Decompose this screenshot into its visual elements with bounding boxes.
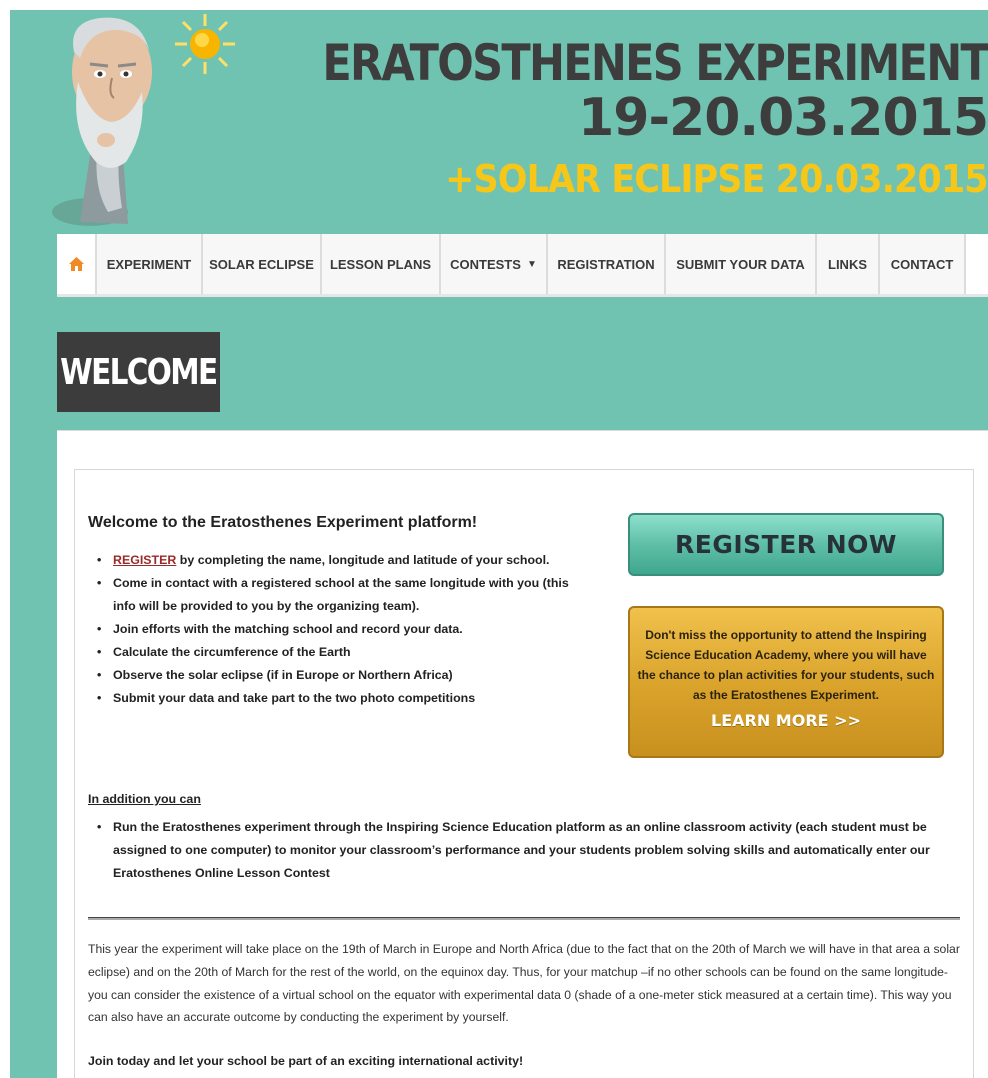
register-now-button[interactable]: REGISTER NOW	[628, 513, 944, 576]
list-item: Calculate the circumference of the Earth	[97, 641, 583, 664]
nav-item-label: EXPERIMENT	[106, 256, 192, 272]
page-title-box: WELCOME	[57, 332, 220, 412]
promo-text: Don't miss the opportunity to attend the…	[637, 628, 935, 702]
join-call-to-action: Join today and let your school be part o…	[88, 1054, 524, 1068]
nav-item-label: LESSON PLANS	[329, 256, 432, 272]
home-icon	[68, 257, 84, 271]
list-item: Come in contact with a registered school…	[97, 572, 583, 618]
page-title: WELCOME	[60, 351, 218, 393]
nav-item-label: CONTESTS	[450, 256, 521, 272]
intro-heading: Welcome to the Eratosthenes Experiment p…	[88, 514, 478, 531]
register-link[interactable]: REGISTER	[113, 553, 176, 567]
page-title-band: WELCOME	[57, 300, 988, 430]
sun-icon	[175, 14, 235, 74]
nav-item-contests[interactable]: CONTESTS ▼	[441, 234, 548, 294]
list-item: Submit your data and take part to the tw…	[97, 687, 583, 710]
page-frame: ERATOSTHENES EXPERIMENT 19-20.03.2015 +S…	[10, 10, 988, 1078]
list-item: REGISTER by completing the name, longitu…	[97, 549, 583, 572]
nav-item-solar-eclipse[interactable]: SOLAR ECLIPSE	[203, 234, 322, 294]
addition-heading: In addition you can	[88, 792, 201, 806]
intro-steps-list: REGISTER by completing the name, longitu…	[93, 549, 583, 710]
nav-item-label: REGISTRATION	[557, 256, 655, 272]
experiment-description: This year the experiment will take place…	[88, 942, 960, 1025]
list-item: Observe the solar eclipse (if in Europe …	[97, 664, 583, 687]
nav-item-submit-your-data[interactable]: SUBMIT YOUR DATA	[666, 234, 817, 294]
list-item: Run the Eratosthenes experiment through …	[97, 816, 973, 885]
nav-item-label: LINKS	[828, 256, 867, 272]
nav-item-links[interactable]: LINKS	[817, 234, 880, 294]
nav-item-label: CONTACT	[890, 256, 954, 272]
eratosthenes-mascot-image	[52, 17, 152, 226]
main-navigation: EXPERIMENT SOLAR ECLIPSE LESSON PLANS CO…	[57, 234, 988, 297]
divider	[88, 917, 960, 920]
nav-item-label: SUBMIT YOUR DATA	[676, 256, 805, 272]
list-item-text: by completing the name, longitude and la…	[176, 553, 550, 567]
list-item: Join efforts with the matching school an…	[97, 618, 583, 641]
content-area: Welcome to the Eratosthenes Experiment p…	[57, 430, 988, 1078]
addition-list: Run the Eratosthenes experiment through …	[93, 816, 973, 885]
site-title: ERATOSTHENES EXPERIMENT	[322, 34, 988, 92]
site-header: ERATOSTHENES EXPERIMENT 19-20.03.2015 +S…	[10, 10, 988, 235]
learn-more-button[interactable]: LEARN MORE >>	[630, 711, 942, 730]
nav-item-lesson-plans[interactable]: LESSON PLANS	[322, 234, 441, 294]
content-card: Welcome to the Eratosthenes Experiment p…	[74, 469, 974, 1078]
nav-item-registration[interactable]: REGISTRATION	[548, 234, 666, 294]
experiment-dates: 19-20.03.2015	[578, 88, 988, 148]
academy-promo-banner[interactable]: Don't miss the opportunity to attend the…	[628, 606, 944, 758]
nav-item-label: SOLAR ECLIPSE	[209, 256, 314, 272]
eclipse-subtitle: +SOLAR ECLIPSE 20.03.2015	[445, 157, 988, 201]
nav-item-experiment[interactable]: EXPERIMENT	[97, 234, 203, 294]
nav-home[interactable]	[57, 234, 97, 294]
chevron-down-icon: ▼	[526, 258, 537, 270]
nav-item-contact[interactable]: CONTACT	[880, 234, 966, 294]
